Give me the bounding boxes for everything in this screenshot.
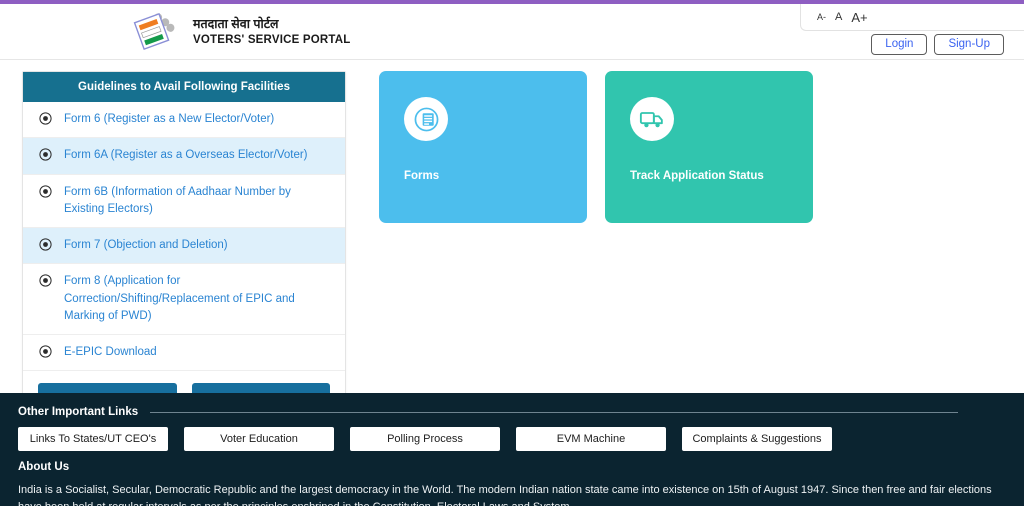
site-header: मतदाता सेवा पोर्टल VOTERS' SERVICE PORTA… xyxy=(0,4,1024,60)
guidelines-list: Form 6 (Register as a New Elector/Voter)… xyxy=(23,102,345,371)
brand-title-english: VOTERS' SERVICE PORTAL xyxy=(193,33,351,47)
font-size-controls: A- A A+ xyxy=(800,4,1024,31)
bullet-dot-icon xyxy=(39,274,52,287)
guidelines-panel-title: Guidelines to Avail Following Facilities xyxy=(23,72,345,102)
footer-link-evm-machine[interactable]: EVM Machine xyxy=(516,427,666,451)
track-card-title: Track Application Status xyxy=(630,170,813,182)
font-increase-button[interactable]: A+ xyxy=(851,10,867,25)
list-item-label: E-EPIC Download xyxy=(64,344,157,361)
document-lines-icon xyxy=(404,97,448,141)
list-item[interactable]: Form 7 (Objection and Deletion) xyxy=(23,228,345,264)
brand[interactable]: मतदाता सेवा पोर्टल VOTERS' SERVICE PORTA… xyxy=(133,10,351,54)
list-item[interactable]: E-EPIC Download xyxy=(23,335,345,371)
footer-links-heading: Other Important Links xyxy=(18,406,138,418)
footer-link-states-ceo[interactable]: Links To States/UT CEO's xyxy=(18,427,168,451)
forms-card-title: Forms xyxy=(404,170,587,182)
login-button[interactable]: Login xyxy=(871,34,927,55)
bullet-dot-icon xyxy=(39,185,52,198)
footer-link-polling-process[interactable]: Polling Process xyxy=(350,427,500,451)
footer-link-voter-education[interactable]: Voter Education xyxy=(184,427,334,451)
heading-divider xyxy=(150,412,958,413)
about-us-text: India is a Socialist, Secular, Democrati… xyxy=(18,482,1006,506)
font-decrease-button[interactable]: A- xyxy=(817,12,826,22)
bullet-dot-icon xyxy=(39,345,52,358)
bullet-dot-icon xyxy=(39,238,52,251)
main-content: Guidelines to Avail Following Facilities… xyxy=(0,60,1024,393)
list-item[interactable]: Form 6A (Register as a Overseas Elector/… xyxy=(23,138,345,174)
list-item-label: Form 8 (Application for Correction/Shift… xyxy=(64,273,331,325)
delivery-truck-icon xyxy=(630,97,674,141)
brand-title-hindi: मतदाता सेवा पोर्टल xyxy=(193,17,351,33)
site-footer: Other Important Links Links To States/UT… xyxy=(0,393,1024,506)
list-item-label: Form 6 (Register as a New Elector/Voter) xyxy=(64,111,274,128)
track-application-status-card[interactable]: Track Application Status xyxy=(605,71,813,223)
guidelines-panel: Guidelines to Avail Following Facilities… xyxy=(22,71,346,430)
font-normal-button[interactable]: A xyxy=(835,11,842,23)
list-item[interactable]: Form 6B (Information of Aadhaar Number b… xyxy=(23,175,345,229)
list-item-label: Form 6B (Information of Aadhaar Number b… xyxy=(64,184,331,219)
footer-link-complaints-suggestions[interactable]: Complaints & Suggestions xyxy=(682,427,832,451)
bullet-dot-icon xyxy=(39,148,52,161)
forms-card[interactable]: Forms xyxy=(379,71,587,223)
auth-buttons: Login Sign-Up xyxy=(871,34,1004,55)
list-item-label: Form 6A (Register as a Overseas Elector/… xyxy=(64,147,308,164)
bullet-dot-icon xyxy=(39,112,52,125)
about-us-heading: About Us xyxy=(18,461,1006,473)
eci-ballot-logo-icon xyxy=(133,10,179,54)
list-item-label: Form 7 (Objection and Deletion) xyxy=(64,237,228,254)
footer-links: Links To States/UT CEO's Voter Education… xyxy=(18,427,1006,451)
list-item[interactable]: Form 8 (Application for Correction/Shift… xyxy=(23,264,345,335)
signup-button[interactable]: Sign-Up xyxy=(934,34,1004,55)
list-item[interactable]: Form 6 (Register as a New Elector/Voter) xyxy=(23,102,345,138)
footer-links-heading-row: Other Important Links xyxy=(18,406,1006,418)
